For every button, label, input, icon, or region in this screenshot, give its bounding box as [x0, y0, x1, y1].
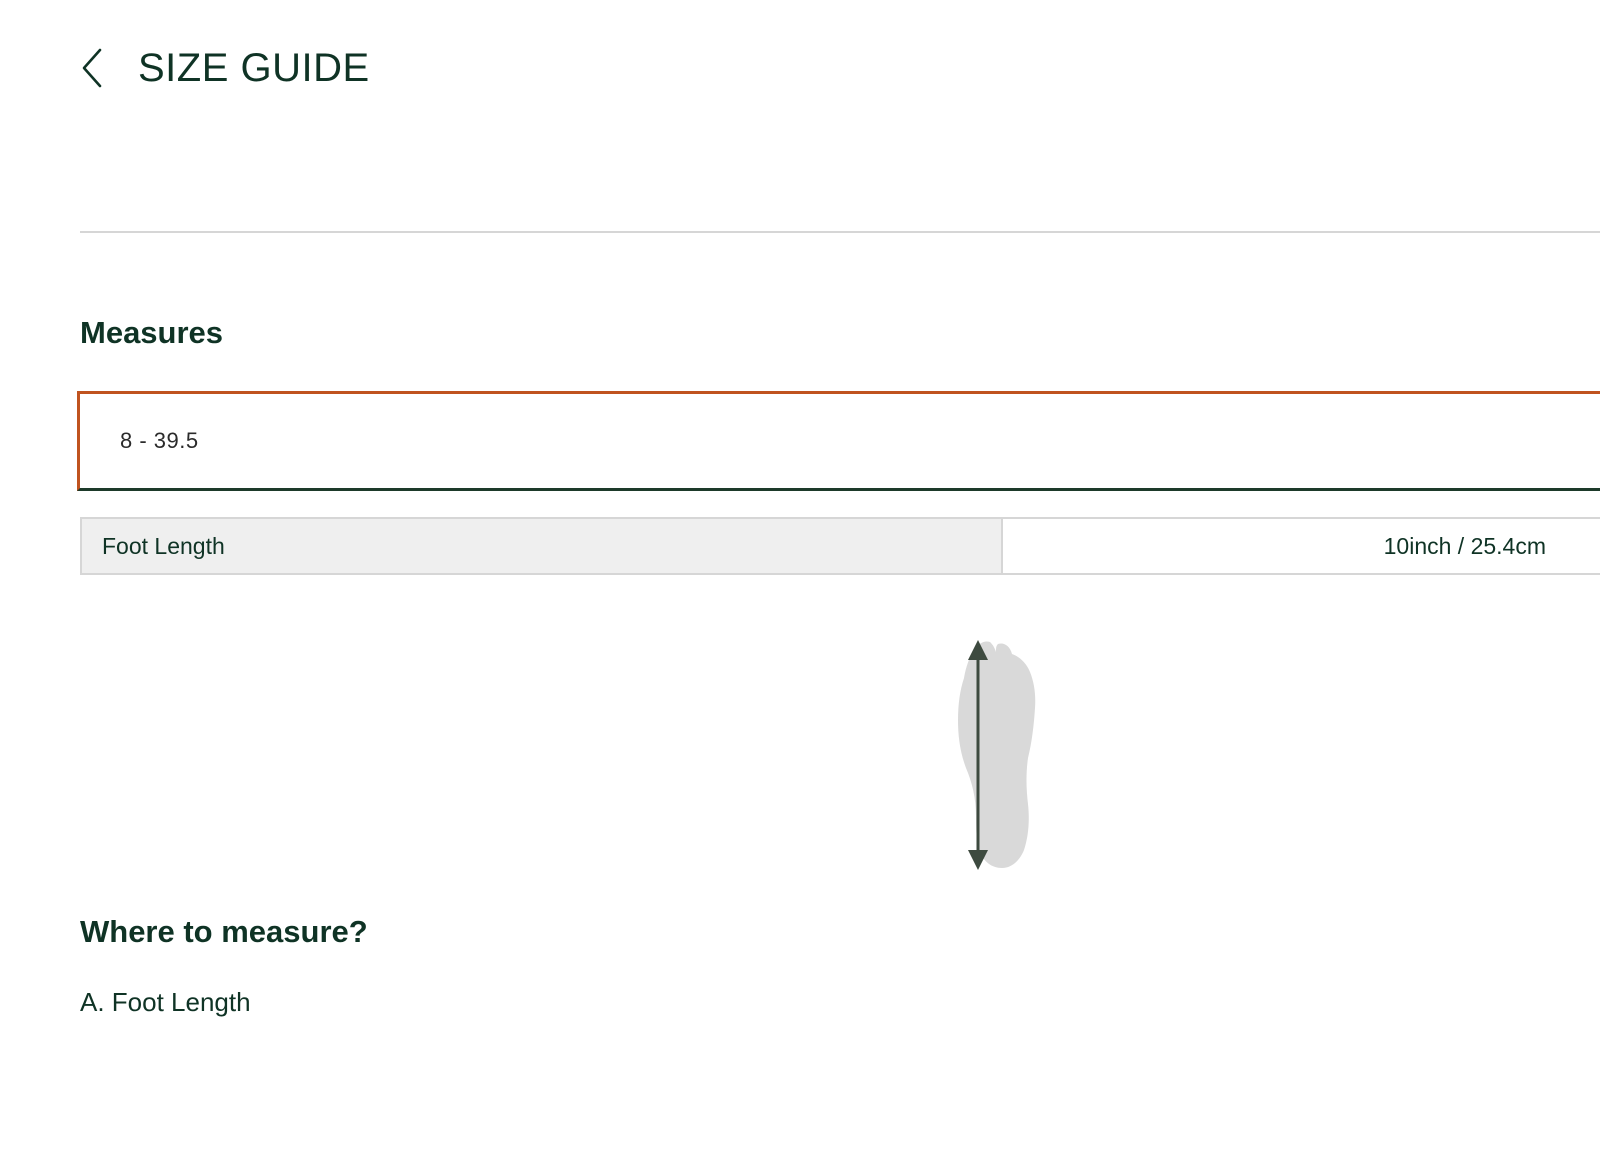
back-button[interactable] [80, 46, 110, 90]
size-select[interactable]: 8 - 39.5 [77, 391, 1600, 491]
page-title: SIZE GUIDE [138, 46, 370, 90]
where-to-measure-heading: Where to measure? [80, 914, 368, 949]
chevron-left-icon [82, 48, 102, 88]
header: SIZE GUIDE [80, 40, 370, 96]
measure-value-foot-length: 10inch / 25.4cm [1003, 519, 1600, 573]
measure-label-foot-length: Foot Length [82, 519, 1003, 573]
where-item-foot-length: A. Foot Length [80, 987, 251, 1017]
foot-length-diagram-icon [940, 632, 1060, 877]
size-select-value: 8 - 39.5 [120, 428, 199, 453]
size-guide-page: SIZE GUIDE Measures 8 - 39.5 Foot Length… [0, 0, 1600, 1159]
header-divider [80, 231, 1600, 233]
measure-table: Foot Length 10inch / 25.4cm [80, 517, 1600, 575]
measures-heading: Measures [80, 315, 224, 350]
foot-shape [958, 641, 1036, 868]
